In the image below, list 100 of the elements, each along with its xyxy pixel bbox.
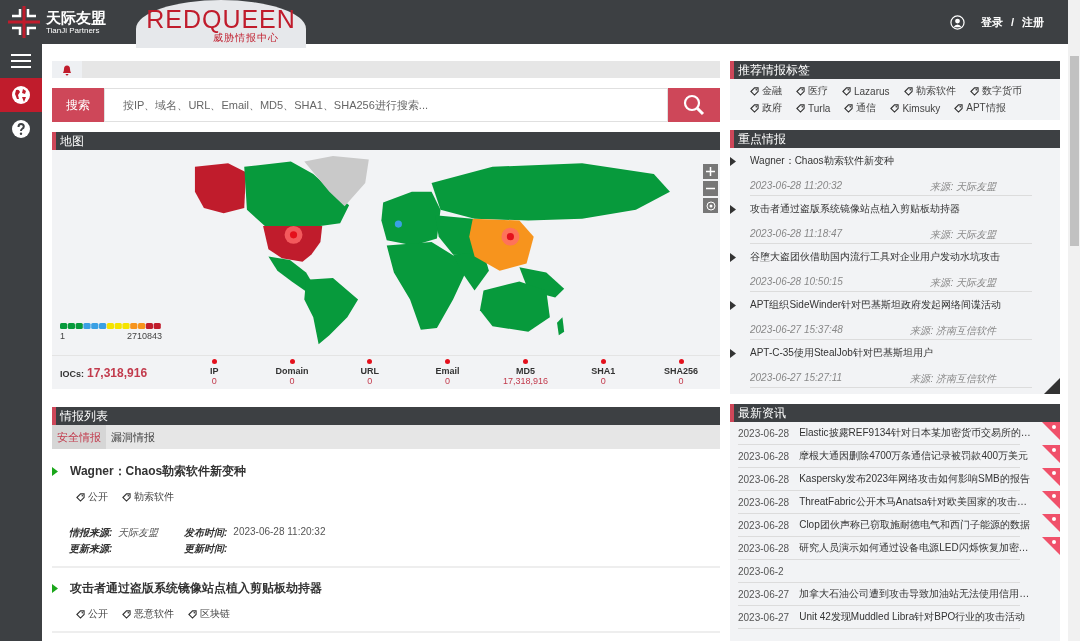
zoom-out-button[interactable]	[703, 181, 718, 196]
meta-label: 更新时间:	[184, 542, 228, 556]
intel-source: 来源: 济南互信软件	[910, 372, 996, 386]
target-icon	[705, 200, 716, 211]
status-dot	[211, 359, 217, 364]
status-dot	[445, 359, 451, 364]
news-date: 2023-06-28	[738, 473, 790, 485]
tag[interactable]: 金融	[750, 84, 782, 98]
logo-subtitle: TianJi Partners	[46, 25, 101, 36]
reset-view-button[interactable]	[703, 198, 718, 213]
stat-name: URL	[360, 366, 380, 376]
tag-icon	[750, 103, 759, 113]
stat-value: 0	[367, 376, 373, 386]
globe-icon[interactable]	[12, 86, 30, 104]
tag-icon	[844, 103, 854, 113]
status-dot	[678, 359, 684, 364]
status-dot	[600, 359, 606, 364]
tag-icon	[969, 86, 979, 96]
tag[interactable]: 区块链	[188, 607, 230, 621]
intel-source: 来源: 天际友盟	[930, 228, 996, 242]
tag-icon	[122, 492, 131, 502]
tab[interactable]: 漏洞情报	[106, 425, 160, 449]
news-date: 2023-06-28	[738, 519, 790, 531]
tag[interactable]: 公开	[76, 607, 108, 621]
tag[interactable]: 通信	[844, 101, 877, 115]
tag-icon	[842, 86, 851, 96]
stat-name: SHA256	[664, 366, 699, 376]
news-title[interactable]: Unit 42发现Muddled Libra针对BPO行业的攻击活动	[799, 610, 1026, 624]
tag[interactable]: 勒索软件	[903, 84, 956, 98]
stat-value: 0	[600, 376, 606, 386]
search-icon	[683, 94, 705, 116]
search-field[interactable]: 按IP、域名、URL、Email、MD5、SHA1、SHA256进行搜索...	[104, 88, 668, 122]
separator: /	[1010, 16, 1014, 28]
tag[interactable]: 勒索软件	[122, 490, 174, 504]
meta-value: 2023-06-28 11:20:32	[233, 526, 326, 539]
bell-icon[interactable]	[61, 63, 73, 76]
sidebar-item[interactable]	[0, 78, 42, 112]
tag[interactable]: Lazarus	[842, 84, 890, 98]
meta-label: 情报来源:	[69, 526, 113, 540]
scrollbar[interactable]	[1068, 0, 1080, 641]
news-title[interactable]: 加拿大石油公司遭到攻击导致加油站无法使用信用…	[799, 587, 1030, 601]
news-date: 2023-06-28	[738, 427, 790, 439]
news-title[interactable]: 摩根大通因删除4700万条通信记录被罚款400万美元	[799, 449, 1029, 463]
status-dot	[289, 359, 295, 364]
tab[interactable]: 安全情报	[52, 425, 106, 449]
panel-title: 最新资讯	[730, 404, 1060, 422]
news-title[interactable]: Elastic披露REF9134针对日本某加密货币交易所的…	[799, 426, 1031, 440]
news-date: 2023-06-2	[738, 565, 784, 577]
intel-source: 来源: 天际友盟	[930, 180, 996, 194]
news-title[interactable]: Kaspersky发布2023年网络攻击如何影响SMB的报告	[799, 472, 1030, 486]
tag[interactable]: 数字货币	[969, 84, 1022, 98]
legend-max: 2710843	[126, 331, 162, 341]
intel-title[interactable]: 攻击者通过盗版系统镜像站点植入剪贴板劫持器	[70, 580, 322, 597]
panel-title: 情报列表	[52, 407, 720, 425]
tag[interactable]: 医疗	[796, 84, 828, 98]
status-dot	[367, 359, 373, 364]
intel-source: 来源: 济南互信软件	[910, 324, 996, 338]
meta-label: 发布时间:	[184, 526, 228, 540]
news-title[interactable]: ThreatFabric公开木马Anatsa针对欧美国家的攻击…	[799, 495, 1027, 509]
logo-name: 天际友盟	[46, 8, 106, 26]
iocs-total: 17,318,916	[87, 365, 148, 380]
menu-icon[interactable]	[11, 54, 31, 68]
triangle-bullet-icon	[730, 156, 736, 166]
brand-logo: REDQUEEN 威胁情报中心	[136, 0, 306, 48]
panel-title: 重点情报	[730, 130, 1060, 148]
stat-value: 17,318,916	[502, 376, 548, 386]
zoom-in-button[interactable]	[703, 164, 718, 179]
tag-icon	[188, 609, 197, 619]
tag[interactable]: APT情报	[954, 101, 1006, 115]
scrollbar-thumb[interactable]	[1069, 56, 1079, 246]
news-title[interactable]: 研究人员演示如何通过设备电源LED闪烁恢复加密…	[799, 541, 1029, 555]
tag[interactable]: 政府	[750, 101, 782, 115]
intel-title[interactable]: Wagner：Chaos勒索软件新变种	[70, 463, 247, 480]
tag[interactable]: 恶意软件	[122, 607, 174, 621]
triangle-bullet-icon	[52, 467, 58, 476]
triangle-bullet-icon	[730, 252, 736, 262]
login-link[interactable]: 登录	[980, 14, 1003, 30]
triangle-bullet-icon	[730, 300, 736, 310]
stat-value: 0	[211, 376, 217, 386]
intel-title[interactable]: 攻击者通过盗版系统镜像站点植入剪贴板劫持器	[750, 202, 960, 216]
intel-title[interactable]: 谷堕大盗团伙借助国内流行工具对企业用户发动水坑攻击	[750, 250, 1000, 264]
news-date: 2023-06-28	[738, 496, 790, 508]
stat-value: 0	[289, 376, 295, 386]
tag[interactable]: 公开	[76, 490, 108, 504]
user-icon[interactable]	[949, 14, 965, 30]
help-icon[interactable]	[12, 120, 30, 138]
tag-icon	[750, 86, 759, 96]
search-button[interactable]: 搜索	[52, 88, 104, 122]
register-link[interactable]: 注册	[1022, 14, 1044, 30]
tag[interactable]: Turla	[796, 101, 831, 115]
intel-title[interactable]: APT组织SideWinder针对巴基斯坦政府发起网络间谍活动	[750, 298, 1002, 312]
intel-title[interactable]: APT-C-35使用StealJob针对巴基斯坦用户	[750, 346, 933, 360]
intel-title[interactable]: Wagner：Chaos勒索软件新变种	[750, 154, 894, 168]
stat-value: 0	[445, 376, 451, 386]
news-title[interactable]: Clop团伙声称已窃取施耐德电气和西门子能源的数据	[799, 518, 1030, 532]
meta-label: 更新来源:	[69, 542, 113, 556]
tag[interactable]: Kimsuky	[890, 101, 941, 115]
corner-icon	[1044, 378, 1060, 394]
intel-time: 2023-06-27 15:27:11	[750, 372, 843, 385]
search-submit-button[interactable]	[668, 88, 720, 122]
